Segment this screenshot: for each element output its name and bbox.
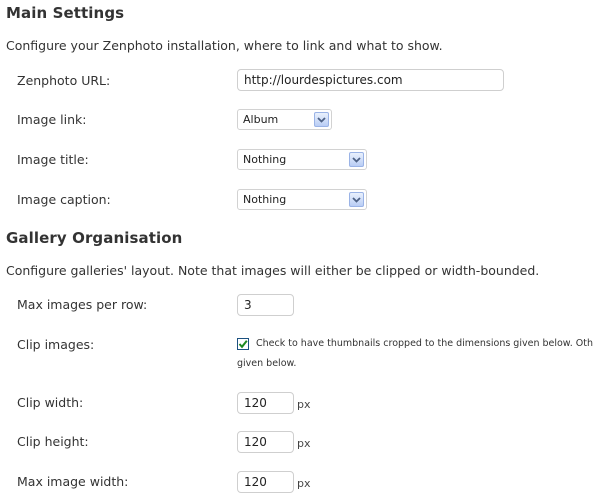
clip-images-checkbox[interactable] [237, 338, 249, 350]
clip-height-label: Clip height: [17, 434, 89, 449]
checkmark-icon [238, 340, 248, 349]
clip-width-unit: px [297, 398, 311, 411]
zenphoto-url-label: Zenphoto URL: [17, 73, 111, 88]
max-image-width-input[interactable]: 120 [237, 471, 294, 493]
clip-height-unit: px [297, 437, 311, 450]
chevron-down-icon[interactable] [314, 112, 329, 127]
max-images-per-row-label: Max images per row: [17, 297, 148, 312]
max-images-per-row-input[interactable]: 3 [237, 294, 294, 316]
max-image-width-unit: px [297, 477, 311, 490]
chevron-down-icon[interactable] [349, 192, 364, 207]
clip-images-label: Clip images: [17, 337, 95, 352]
clip-height-input[interactable]: 120 [237, 431, 294, 453]
image-link-selected: Album [243, 113, 279, 126]
image-title-select[interactable]: Nothing [237, 149, 367, 170]
clip-width-label: Clip width: [17, 395, 84, 410]
chevron-down-icon[interactable] [349, 152, 364, 167]
zenphoto-url-input[interactable]: http://lourdespictures.com [237, 69, 504, 91]
image-link-label: Image link: [17, 112, 87, 127]
image-caption-label: Image caption: [17, 192, 111, 207]
gallery-organisation-description: Configure galleries' layout. Note that i… [6, 263, 540, 278]
image-title-label: Image title: [17, 152, 89, 167]
image-title-selected: Nothing [243, 153, 287, 166]
image-link-select[interactable]: Album [237, 109, 332, 130]
main-settings-heading: Main Settings [6, 4, 125, 22]
gallery-organisation-heading: Gallery Organisation [6, 229, 183, 247]
main-settings-description: Configure your Zenphoto installation, wh… [6, 38, 443, 53]
clip-width-input[interactable]: 120 [237, 392, 294, 414]
clip-images-help-line1: Check to have thumbnails cropped to the … [256, 338, 593, 349]
clip-images-help-line2: given below. [237, 358, 297, 369]
max-image-width-label: Max image width: [17, 474, 129, 489]
image-caption-selected: Nothing [243, 193, 287, 206]
image-caption-select[interactable]: Nothing [237, 189, 367, 210]
